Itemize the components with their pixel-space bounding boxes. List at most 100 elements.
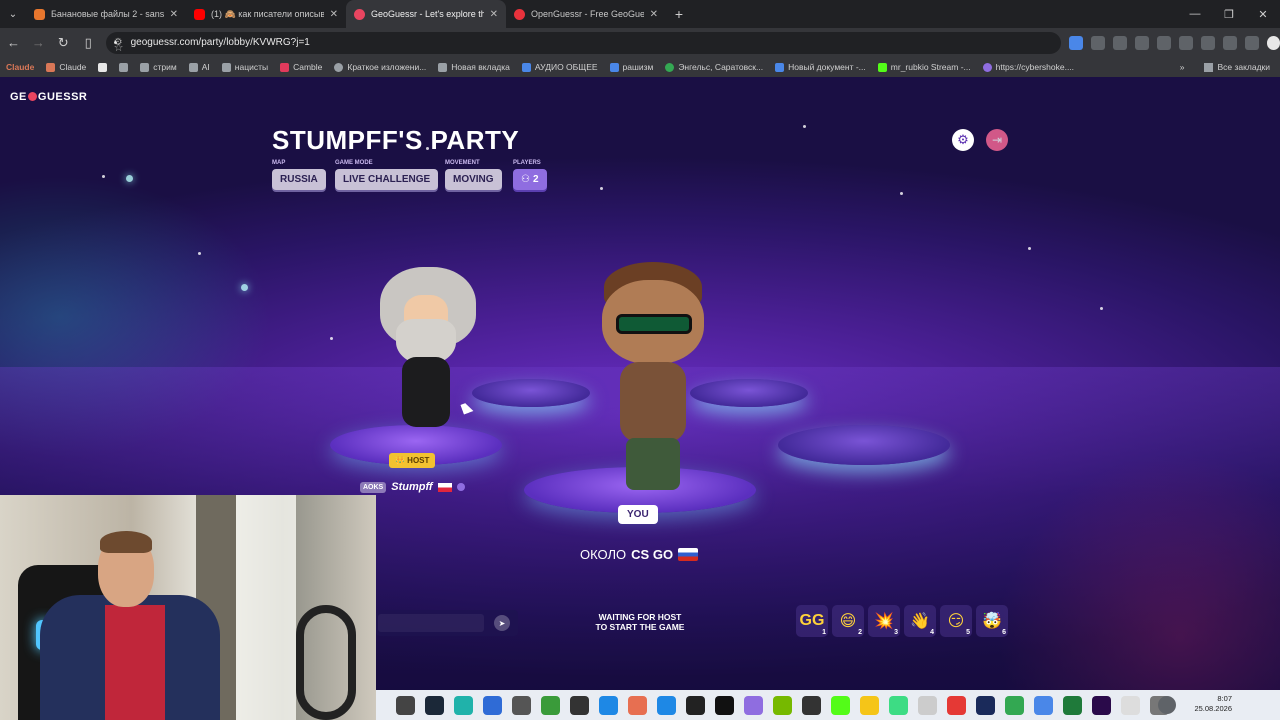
webcam-window bbox=[236, 495, 296, 720]
bookmark-item[interactable]: Новая вкладка bbox=[438, 62, 510, 72]
system-clock[interactable]: 8:07 25.08.2026 bbox=[1194, 694, 1232, 714]
tab-2[interactable]: GeoGuessr - Let's explore the w ✕ bbox=[346, 0, 506, 28]
bookmark-item[interactable]: mr_rubkio Stream -... bbox=[877, 62, 971, 72]
bookmark-item[interactable]: https://cybershoke.... bbox=[982, 62, 1074, 72]
tab-3[interactable]: OpenGuessr - Free GeoGuessr A ✕ bbox=[506, 0, 666, 28]
bookmark-item[interactable]: рашизм bbox=[609, 62, 653, 72]
close-icon[interactable]: ✕ bbox=[490, 9, 498, 20]
taskbar-app-icon[interactable] bbox=[1034, 695, 1053, 715]
taskbar-app-icon[interactable] bbox=[947, 695, 966, 715]
bookmark-item[interactable]: Camble bbox=[280, 62, 322, 72]
avatar-legs bbox=[626, 438, 680, 490]
taskbar-app-icon[interactable] bbox=[1092, 695, 1111, 715]
settings-gear-button[interactable]: ⚙ bbox=[952, 129, 974, 151]
taskbar-app-icon[interactable] bbox=[744, 695, 763, 715]
bookmark-folder[interactable]: стрим bbox=[140, 62, 177, 72]
close-window-icon[interactable]: ✕ bbox=[1246, 0, 1280, 28]
close-icon[interactable]: ✕ bbox=[330, 9, 338, 20]
taskbar-app-icon[interactable] bbox=[802, 695, 821, 715]
tab-1[interactable]: (1) 🙈 как писатели описывают ✕ bbox=[186, 0, 346, 28]
profile-avatar[interactable] bbox=[1266, 35, 1280, 50]
extension-icon[interactable] bbox=[1068, 35, 1083, 50]
address-bar[interactable]: ⚙ geoguessr.com/party/lobby/KVWRG?j=1 ☆ bbox=[105, 31, 1061, 54]
bookmark-folder[interactable]: нацисты bbox=[221, 62, 268, 72]
geoguessr-logo[interactable]: GE GUESSR bbox=[10, 91, 87, 103]
bookmark-item[interactable]: Краткое изложени... bbox=[334, 62, 426, 72]
all-bookmarks[interactable]: » Все закладки bbox=[1180, 57, 1270, 77]
taskbar-app-icon[interactable] bbox=[541, 695, 560, 715]
taskbar-app-icon[interactable] bbox=[657, 695, 676, 715]
settings-gear-icon[interactable] bbox=[1158, 696, 1176, 714]
poland-flag-icon bbox=[437, 482, 452, 492]
taskbar-app-icon[interactable] bbox=[773, 695, 792, 715]
taskbar-app-icon[interactable] bbox=[512, 695, 531, 715]
taskbar-app-icon[interactable] bbox=[686, 695, 705, 715]
tab-search-button[interactable]: ⌄ bbox=[0, 0, 26, 28]
page-icon bbox=[98, 62, 108, 72]
movement-chip[interactable]: MOVING bbox=[445, 169, 502, 190]
bookmark-label: AI bbox=[201, 62, 210, 72]
sidebar-icon[interactable]: ▯ bbox=[77, 31, 100, 55]
taskbar-app-icon[interactable] bbox=[918, 695, 937, 715]
extension-icon[interactable] bbox=[1244, 35, 1259, 50]
emote-boom-button[interactable]: 💥 3 bbox=[868, 605, 900, 637]
forward-icon[interactable]: → bbox=[27, 31, 50, 55]
waiting-line-2: TO START THE GAME bbox=[595, 622, 685, 632]
bookmark-item[interactable]: Новый документ -... bbox=[775, 62, 866, 72]
extension-icon[interactable] bbox=[1156, 35, 1171, 50]
extension-icon[interactable] bbox=[1178, 35, 1193, 50]
leave-party-button[interactable]: ⇥ bbox=[986, 129, 1008, 151]
chevron-right-icon[interactable]: » bbox=[1180, 62, 1185, 72]
close-icon[interactable]: ✕ bbox=[170, 9, 178, 20]
back-icon[interactable]: ← bbox=[2, 31, 25, 55]
emote-mindblown-button[interactable]: 🤯 6 bbox=[976, 605, 1008, 637]
extension-icon[interactable] bbox=[1134, 35, 1149, 50]
bookmark-item[interactable]: Энгельс, Саратовск... bbox=[665, 62, 763, 72]
taskbar-app-icon[interactable] bbox=[425, 695, 444, 715]
taskbar-app-icon[interactable] bbox=[454, 695, 473, 715]
taskbar-app-icon[interactable] bbox=[715, 695, 734, 715]
map-chip[interactable]: RUSSIA bbox=[272, 169, 326, 190]
game-mode-chip[interactable]: LIVE CHALLENGE bbox=[335, 169, 439, 190]
taskbar-app-icon[interactable] bbox=[396, 695, 415, 715]
extension-icon[interactable] bbox=[1200, 35, 1215, 50]
taskbar-app-icon[interactable] bbox=[1121, 695, 1140, 715]
taskbar-app-icon[interactable] bbox=[628, 695, 647, 715]
extension-icon[interactable] bbox=[1090, 35, 1105, 50]
emote-laugh-button[interactable]: 😄 2 bbox=[832, 605, 864, 637]
taskbar-app-icon[interactable] bbox=[1005, 695, 1024, 715]
chat-input[interactable] bbox=[378, 614, 484, 632]
taskbar-app-icon[interactable] bbox=[483, 695, 502, 715]
emote-wave-button[interactable]: 👋 4 bbox=[904, 605, 936, 637]
taskbar-app-icon[interactable] bbox=[831, 695, 850, 715]
bookmark-item[interactable]: АУДИО ОБЩЕЕ bbox=[521, 62, 598, 72]
taskbar-app-icon[interactable] bbox=[860, 695, 879, 715]
extension-icon[interactable] bbox=[1112, 35, 1127, 50]
new-tab-button[interactable]: + bbox=[666, 0, 692, 28]
emote-smirk-button[interactable]: 😏 5 bbox=[940, 605, 972, 637]
webcam-person-hair bbox=[100, 531, 152, 553]
restore-icon[interactable]: ❐ bbox=[1212, 0, 1246, 28]
taskbar-app-icon[interactable] bbox=[570, 695, 589, 715]
doc-icon bbox=[775, 62, 785, 72]
taskbar-app-icon[interactable] bbox=[889, 695, 908, 715]
taskbar-app-icon[interactable] bbox=[976, 695, 995, 715]
bookmark-folder[interactable]: AI bbox=[188, 62, 210, 72]
taskbar-app-icon[interactable] bbox=[599, 695, 618, 715]
bookmark-item[interactable]: Claude bbox=[46, 62, 86, 72]
bookmark-item[interactable] bbox=[98, 62, 108, 72]
emote-gg-button[interactable]: GG 1 bbox=[796, 605, 828, 637]
mode-label: GAME MODE bbox=[335, 160, 373, 166]
taskbar-app-icon[interactable] bbox=[1063, 695, 1082, 715]
tab-0[interactable]: Банановые файлы 2 - sansgot ✕ bbox=[26, 0, 186, 28]
bookmark-item[interactable]: Claude bbox=[6, 62, 34, 72]
send-icon[interactable]: ➤ bbox=[494, 615, 510, 631]
bookmark-star-icon[interactable]: ☆ bbox=[113, 41, 124, 54]
minimize-icon[interactable]: — bbox=[1178, 0, 1212, 28]
players-chip[interactable]: ⚇ 2 bbox=[513, 169, 547, 190]
claude-icon bbox=[46, 62, 56, 72]
extension-icon[interactable] bbox=[1222, 35, 1237, 50]
close-icon[interactable]: ✕ bbox=[650, 9, 658, 20]
bookmark-item[interactable] bbox=[119, 62, 129, 72]
reload-icon[interactable]: ↻ bbox=[52, 31, 75, 55]
